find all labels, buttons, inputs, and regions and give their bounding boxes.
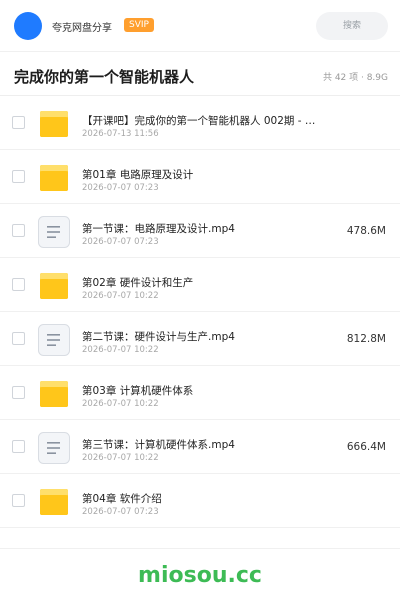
folder-icon [38, 270, 70, 302]
item-count: 共 42 项 · 8.9G [322, 73, 388, 83]
row-checkbox[interactable] [12, 386, 25, 399]
footer: miosou.cc [0, 548, 400, 600]
file-size: 478.6M [346, 225, 386, 237]
row-checkbox[interactable] [12, 116, 25, 129]
file-row[interactable]: 第二节课：硬件设计与生产.mp4 2026-07-07 10:22 812.8M [0, 312, 400, 366]
file-name[interactable]: 【开课吧】完成你的第一个智能机器人 002期 - … [82, 113, 332, 128]
file-row[interactable]: 第04章 软件介绍 2026-07-07 07:23 [0, 474, 400, 528]
file-row[interactable]: 【开课吧】完成你的第一个智能机器人 002期 - … 2026-07-13 11:… [0, 96, 400, 150]
share-page: 夸克网盘分享 SVIP 搜索 完成你的第一个智能机器人 共 42 项 · 8.9… [0, 0, 400, 600]
svip-badge: SVIP [124, 18, 154, 32]
avatar[interactable] [14, 12, 42, 40]
page-title: 完成你的第一个智能机器人 [14, 68, 195, 86]
file-date: 2026-07-07 10:22 [82, 345, 159, 355]
file-name[interactable]: 第02章 硬件设计和生产 [82, 275, 332, 290]
folder-icon [38, 378, 70, 410]
row-checkbox[interactable] [12, 170, 25, 183]
file-name[interactable]: 第二节课：硬件设计与生产.mp4 [82, 329, 332, 344]
file-date: 2026-07-07 10:22 [82, 399, 159, 409]
row-checkbox[interactable] [12, 224, 25, 237]
file-row[interactable]: 第01章 电路原理及设计 2026-07-07 07:23 [0, 150, 400, 204]
file-name[interactable]: 第01章 电路原理及设计 [82, 167, 332, 182]
title-bar: 完成你的第一个智能机器人 共 42 项 · 8.9G [0, 52, 400, 96]
file-date: 2026-07-07 07:23 [82, 507, 159, 517]
file-date: 2026-07-13 11:56 [82, 129, 159, 139]
folder-icon [38, 486, 70, 518]
row-checkbox[interactable] [12, 278, 25, 291]
file-name[interactable]: 第一节课：电路原理及设计.mp4 [82, 221, 332, 236]
file-row[interactable]: 第02章 硬件设计和生产 2026-07-07 10:22 [0, 258, 400, 312]
folder-icon [38, 108, 70, 140]
watermark: miosou.cc [138, 563, 262, 588]
file-row[interactable]: 第三节课：计算机硬件体系.mp4 2026-07-07 10:22 666.4M [0, 420, 400, 474]
row-checkbox[interactable] [12, 332, 25, 345]
file-date: 2026-07-07 10:22 [82, 291, 159, 301]
file-date: 2026-07-07 07:23 [82, 237, 159, 247]
file-row[interactable]: 第一节课：电路原理及设计.mp4 2026-07-07 07:23 478.6M [0, 204, 400, 258]
file-list: 【开课吧】完成你的第一个智能机器人 002期 - … 2026-07-13 11:… [0, 96, 400, 528]
file-name[interactable]: 第03章 计算机硬件体系 [82, 383, 332, 398]
file-name[interactable]: 第三节课：计算机硬件体系.mp4 [82, 437, 332, 452]
file-size: 666.4M [346, 441, 386, 453]
folder-icon [38, 162, 70, 194]
file-doc-icon [38, 216, 70, 248]
row-checkbox[interactable] [12, 494, 25, 507]
file-name[interactable]: 第04章 软件介绍 [82, 491, 332, 506]
file-row[interactable]: 第03章 计算机硬件体系 2026-07-07 10:22 [0, 366, 400, 420]
file-size: 812.8M [346, 333, 386, 345]
row-checkbox[interactable] [12, 440, 25, 453]
search-button[interactable]: 搜索 [316, 12, 388, 40]
file-doc-icon [38, 324, 70, 356]
file-date: 2026-07-07 07:23 [82, 183, 159, 193]
file-doc-icon [38, 432, 70, 464]
brand-name: 夸克网盘分享 [52, 23, 112, 34]
file-date: 2026-07-07 10:22 [82, 453, 159, 463]
header: 夸克网盘分享 SVIP 搜索 [0, 0, 400, 52]
